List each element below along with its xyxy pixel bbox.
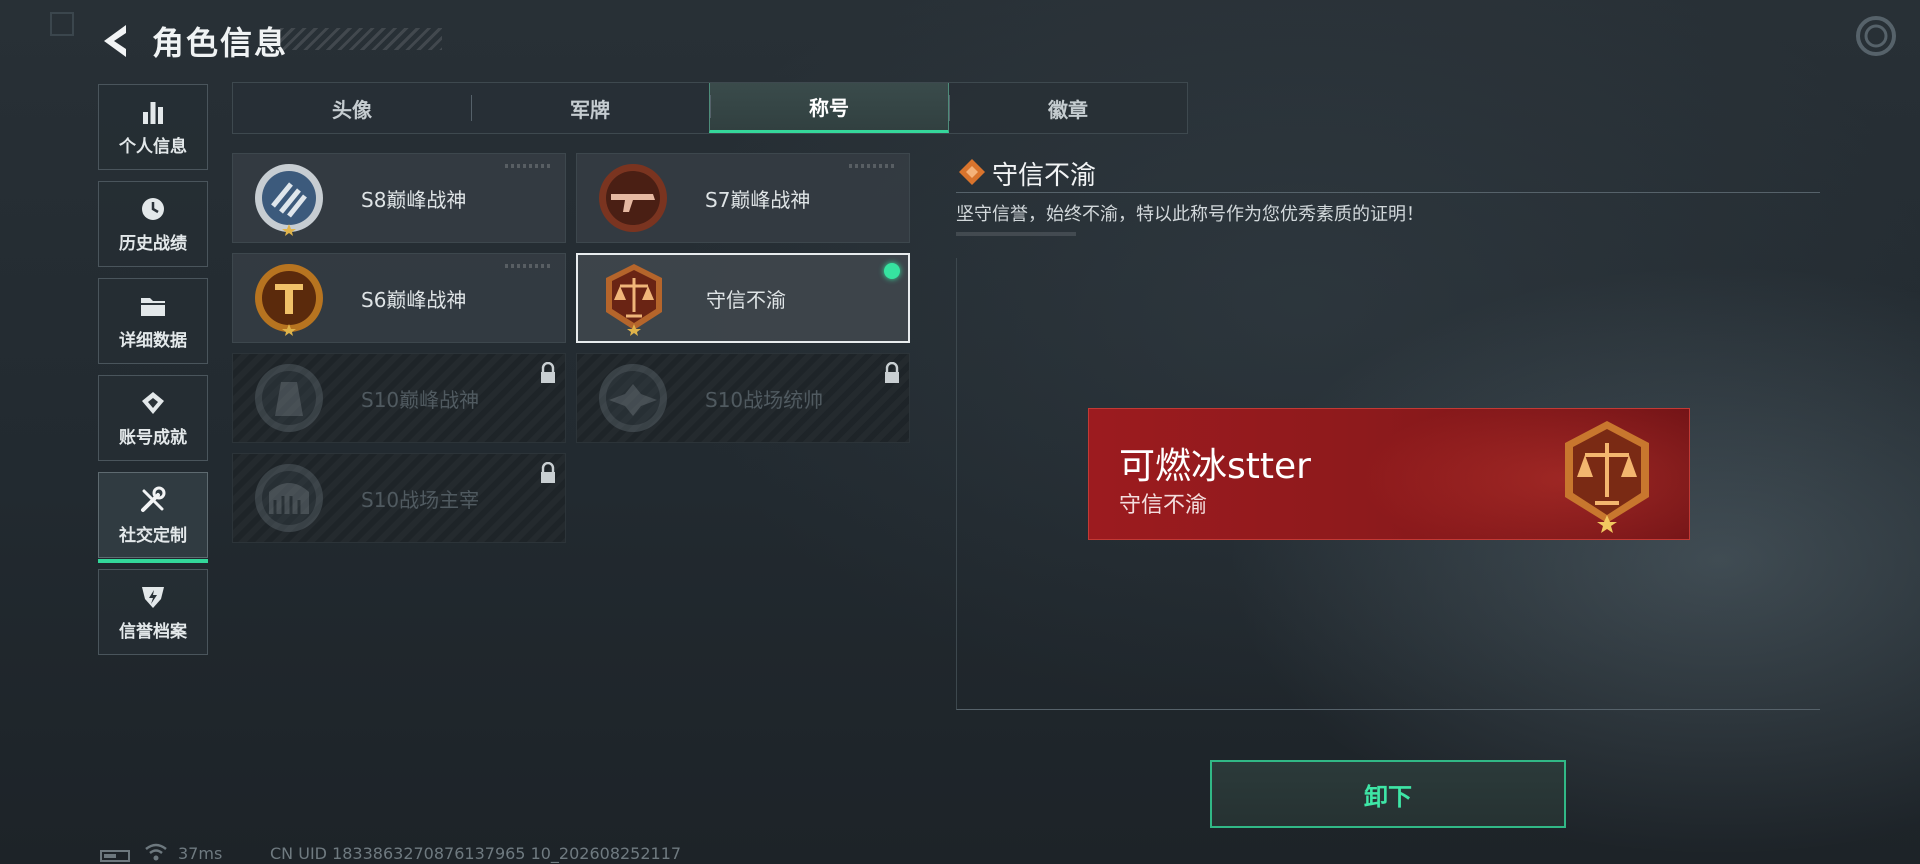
lock-icon	[541, 462, 555, 483]
nameplate-preview: 可燃冰stter 守信不渝	[1088, 408, 1690, 540]
title-card-label: S10战场主宰	[361, 487, 480, 512]
s10-peak-badge-icon	[255, 364, 323, 432]
s10-commander-badge-icon	[599, 364, 667, 432]
divider	[956, 192, 1820, 193]
scales-badge-icon	[1565, 421, 1649, 533]
sidebar-item-social-custom[interactable]: 社交定制	[98, 472, 208, 563]
title-card-s10-dominator[interactable]: S10战场主宰	[232, 453, 566, 543]
category-tabs: 头像 军牌 称号 徽章	[232, 82, 1188, 134]
settings-ring-icon	[1856, 16, 1896, 56]
reputation-icon	[142, 586, 164, 608]
back-arrow-icon	[104, 25, 126, 57]
page-title: 角色信息	[152, 24, 289, 62]
title-card-label: S10战场统帅	[705, 387, 824, 412]
title-card-s6-peak[interactable]: S6巅峰战神	[232, 253, 566, 343]
sidebar-item-history[interactable]: 历史战绩	[98, 181, 208, 267]
corner-decoration	[50, 12, 74, 36]
sidebar-item-label: 信誉档案	[119, 621, 187, 642]
card-decoration	[505, 164, 551, 168]
scales-badge-icon	[606, 264, 662, 336]
bar-chart-icon	[143, 101, 163, 124]
sidebar-item-label: 历史战绩	[119, 233, 187, 254]
s8-peak-badge-icon	[255, 164, 323, 236]
lock-icon	[541, 362, 555, 383]
sidebar-item-label: 详细数据	[119, 330, 187, 351]
title-card-s8-peak[interactable]: S8巅峰战神	[232, 153, 566, 243]
sidebar-item-label: 账号成就	[119, 427, 187, 448]
detail-description: 坚守信誉，始终不渝，特以此称号作为您优秀素质的证明！	[956, 204, 1424, 225]
detail-title: 守信不渝	[992, 161, 1097, 191]
folder-icon	[141, 297, 165, 316]
s7-peak-badge-icon	[599, 164, 667, 232]
diamond-title-icon	[959, 159, 985, 185]
tab-avatar[interactable]: 头像	[233, 83, 471, 133]
tab-title[interactable]: 称号	[709, 83, 949, 133]
preview-title: 守信不渝	[1119, 493, 1208, 518]
title-card-label: S8巅峰战神	[361, 187, 467, 212]
settings-button[interactable]	[1855, 15, 1897, 57]
title-card-label: S7巅峰战神	[705, 187, 811, 212]
s10-dominator-badge-icon	[255, 464, 323, 532]
title-decoration	[280, 28, 442, 50]
title-card-s10-peak[interactable]: S10巅峰战神	[232, 353, 566, 443]
title-card-label: S6巅峰战神	[361, 287, 467, 312]
sidebar-item-achievements[interactable]: 账号成就	[98, 375, 208, 461]
achievement-icon	[142, 391, 164, 414]
description-decoration	[956, 232, 1076, 236]
sidebar-item-reputation[interactable]: 信誉档案	[98, 569, 208, 655]
back-button[interactable]	[98, 22, 134, 60]
sidebar-item-personal-info[interactable]: 个人信息	[98, 84, 208, 170]
sidebar-item-label: 个人信息	[119, 136, 187, 157]
sidebar-item-label: 社交定制	[119, 525, 187, 546]
unequip-button[interactable]: 卸下	[1210, 760, 1566, 828]
card-decoration	[505, 264, 551, 268]
history-clock-icon	[142, 197, 164, 220]
tools-icon	[141, 486, 166, 512]
card-decoration	[849, 164, 895, 168]
title-card-s7-peak[interactable]: S7巅峰战神	[576, 153, 910, 243]
title-card-label: 守信不渝	[706, 287, 786, 312]
title-card-keep-faith[interactable]: 守信不渝	[576, 253, 910, 343]
wifi-icon	[145, 843, 167, 861]
title-card-s10-commander[interactable]: S10战场统帅	[576, 353, 910, 443]
sidebar-item-detailed-data[interactable]: 详细数据	[98, 278, 208, 364]
tab-dog-tag[interactable]: 军牌	[471, 83, 709, 133]
tab-emblem[interactable]: 徽章	[949, 83, 1187, 133]
equipped-indicator	[884, 263, 900, 279]
lock-icon	[885, 362, 899, 383]
preview-player-name: 可燃冰stter	[1119, 446, 1311, 487]
uid-readout: CN UID 1833863270876137965 10_2026082521…	[270, 844, 682, 863]
ping-readout: 37ms	[178, 844, 223, 863]
battery-icon	[100, 850, 130, 862]
s6-peak-badge-icon	[255, 264, 323, 336]
title-card-label: S10巅峰战神	[361, 387, 480, 412]
